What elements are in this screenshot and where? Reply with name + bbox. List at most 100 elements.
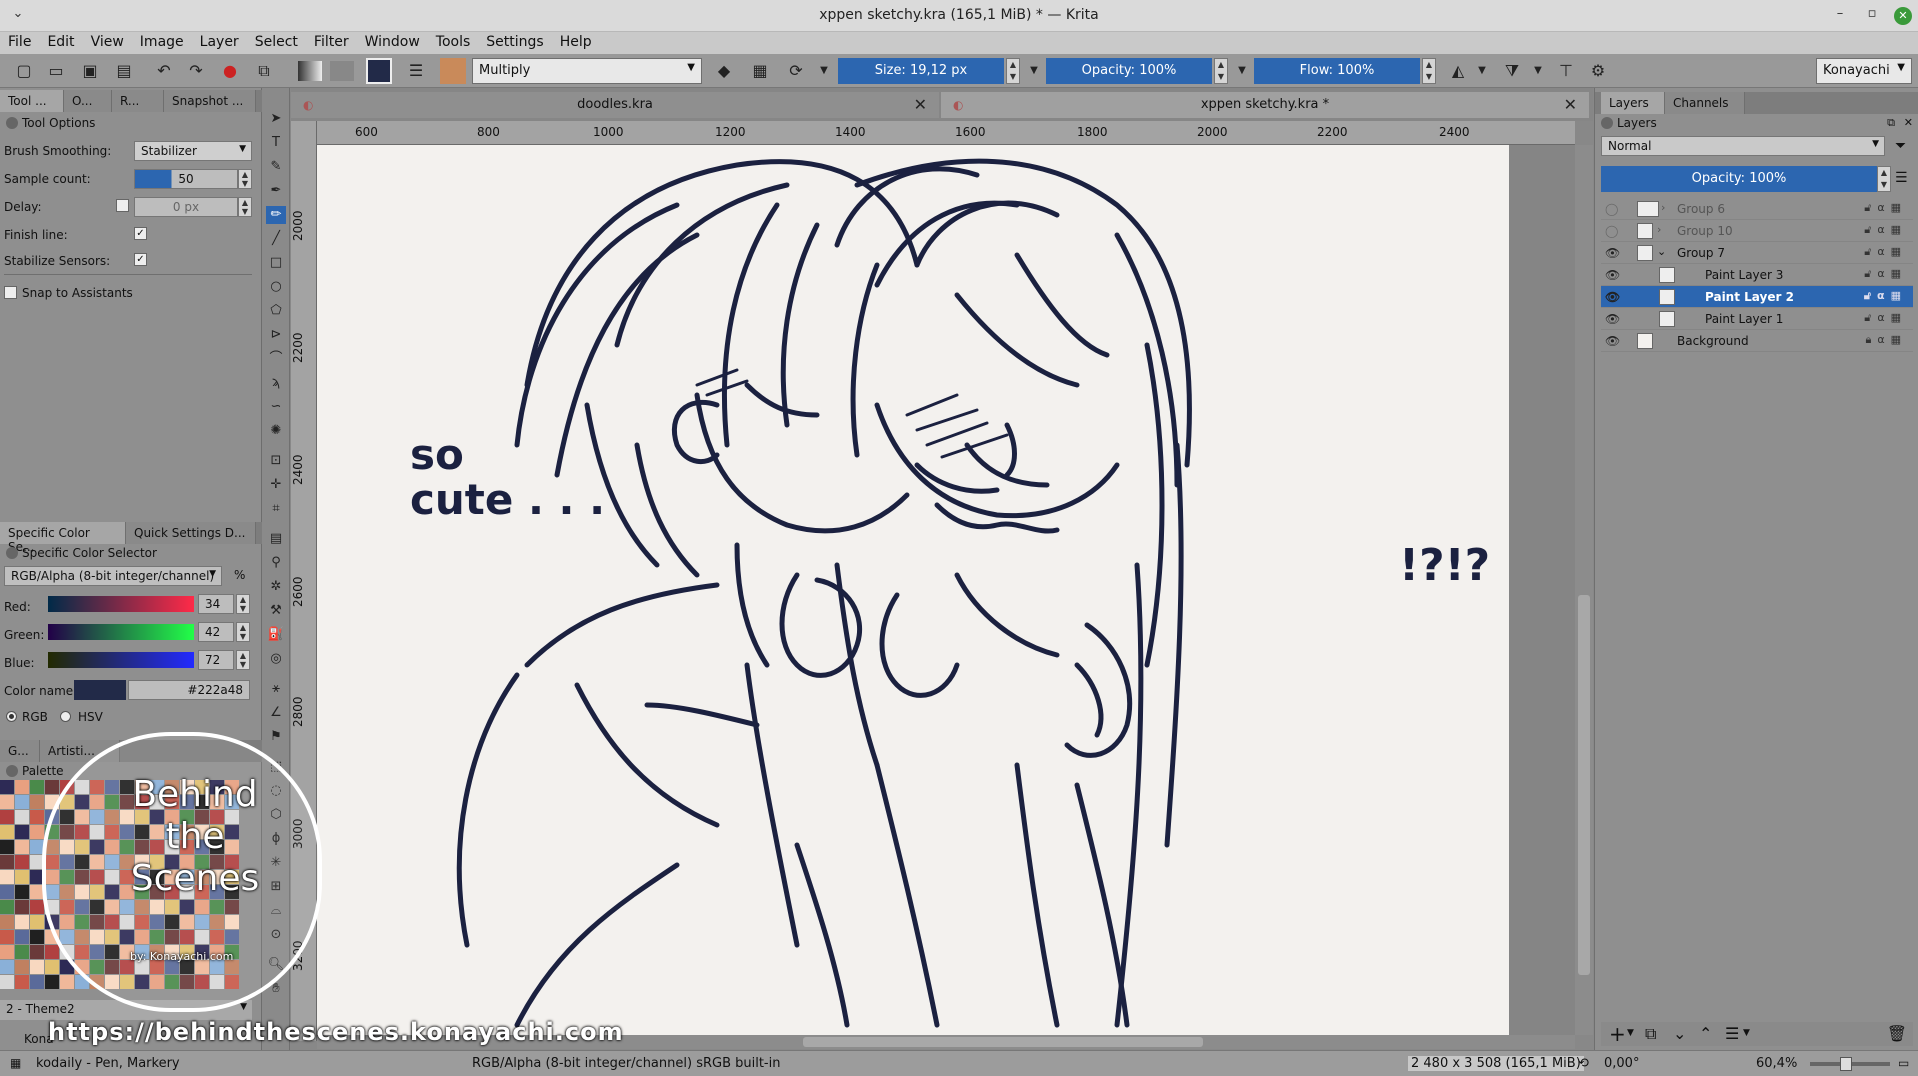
foreground-color-icon[interactable]: [366, 58, 392, 84]
maximize-icon[interactable]: ▫: [1862, 6, 1882, 26]
tab-quick-settings[interactable]: Quick Settings D...: [126, 522, 256, 544]
layer-controls-icon[interactable]: 🔓︎α▦: [1864, 311, 1907, 325]
sample-count-slider[interactable]: 50: [134, 169, 238, 189]
stabilize-sensors-checkbox[interactable]: ✓: [134, 253, 147, 266]
templates-icon[interactable]: ▣: [80, 61, 100, 81]
layer-menu-icon[interactable]: ☰: [1895, 170, 1908, 186]
palette-swatch[interactable]: [15, 870, 29, 884]
palette-swatch[interactable]: [0, 900, 14, 914]
polygon-tool-icon[interactable]: ⬠: [266, 302, 286, 320]
gradient-tool-icon[interactable]: ▤: [266, 530, 286, 548]
freehand-brush-tool-icon[interactable]: ✏: [266, 206, 286, 224]
move-up-icon[interactable]: ⌃: [1699, 1024, 1712, 1043]
colorize-mask-tool-icon[interactable]: ⚒: [266, 602, 286, 620]
doc-tab-xppen[interactable]: ◐ xppen sketchy.kra * ✕: [941, 92, 1589, 118]
palette-swatch[interactable]: [0, 945, 14, 959]
move-down-icon[interactable]: ⌄: [1673, 1024, 1686, 1043]
palette-swatch[interactable]: [15, 825, 29, 839]
palette-swatch[interactable]: [45, 960, 59, 974]
group-icon[interactable]: ›: [1661, 201, 1665, 214]
menu-tools[interactable]: Tools: [428, 32, 479, 50]
doc-tab-doodles[interactable]: ◐ doodles.kra ✕: [291, 92, 939, 118]
palette-swatch[interactable]: [0, 930, 14, 944]
delay-field[interactable]: 0 px: [134, 197, 238, 217]
zoom-slider-handle[interactable]: [1840, 1057, 1852, 1071]
palette-swatch[interactable]: [30, 945, 44, 959]
crop-tool-icon[interactable]: ⌗: [266, 500, 286, 518]
layer-row[interactable]: 👁︎ Paint Layer 1 🔓︎α▦: [1601, 308, 1913, 330]
menu-edit[interactable]: Edit: [39, 32, 82, 50]
layer-row[interactable]: 👁︎ ⌄ Group 7 🔓︎α▦: [1601, 242, 1913, 264]
text-tool-icon[interactable]: T: [266, 134, 286, 152]
tab-specific-color[interactable]: Specific Color Se...: [0, 522, 126, 554]
color-hex-field[interactable]: #222a48: [128, 680, 250, 700]
rectangle-tool-icon[interactable]: □: [266, 254, 286, 272]
enclose-fill-tool-icon[interactable]: ◎: [266, 650, 286, 668]
palette-swatch[interactable]: [45, 975, 59, 989]
edit-shapes-tool-icon[interactable]: ✎: [266, 158, 286, 176]
menu-settings[interactable]: Settings: [478, 32, 551, 50]
blend-mode-select[interactable]: Multiply ▼: [472, 58, 702, 84]
layer-controls-icon[interactable]: 🔓︎α▦: [1864, 223, 1907, 237]
palette-swatch[interactable]: [30, 810, 44, 824]
palette-swatch[interactable]: [15, 780, 29, 794]
blue-spin[interactable]: ▲ ▼: [236, 650, 250, 670]
canvas-only-icon[interactable]: ⚙: [1588, 61, 1608, 81]
vertical-scrollbar[interactable]: [1575, 145, 1593, 1035]
palette-swatch[interactable]: [15, 840, 29, 854]
palette-swatch[interactable]: [15, 885, 29, 899]
palette-swatch[interactable]: [15, 810, 29, 824]
blue-slider[interactable]: [48, 652, 194, 668]
line-tool-icon[interactable]: ╱: [266, 230, 286, 248]
visibility-icon[interactable]: 👁︎: [1605, 290, 1620, 304]
layer-controls-icon[interactable]: 🔓︎α▦: [1864, 245, 1907, 259]
pattern-icon[interactable]: [330, 61, 354, 81]
ellipse-tool-icon[interactable]: ○: [266, 278, 286, 296]
close-icon[interactable]: ✕: [1894, 7, 1912, 25]
fill-tool-icon[interactable]: ⛽: [266, 626, 286, 644]
palette-swatch[interactable]: [15, 960, 29, 974]
status-rotation[interactable]: 0,00°: [1604, 1056, 1639, 1071]
palette-swatch[interactable]: [15, 795, 29, 809]
smart-patch-tool-icon[interactable]: ✲: [266, 578, 286, 596]
tab-reference[interactable]: R...: [112, 90, 164, 112]
add-layer-dropdown-icon[interactable]: ▼: [1627, 1028, 1634, 1038]
palette-swatch[interactable]: [30, 930, 44, 944]
layer-row[interactable]: 👁︎ Background 🔒︎α▦: [1601, 330, 1913, 352]
layer-blend-select[interactable]: Normal ▼: [1601, 136, 1885, 156]
size-dropdown-icon[interactable]: ▼: [1024, 61, 1044, 81]
export-icon[interactable]: ⧉: [254, 61, 274, 81]
visibility-icon[interactable]: 👁︎: [1605, 334, 1620, 348]
mirror-horizontal-icon[interactable]: ◭: [1448, 61, 1468, 81]
blue-value[interactable]: 72: [198, 650, 234, 670]
drawing-canvas[interactable]: so cute . . . !?!?: [317, 145, 1509, 1035]
red-spin[interactable]: ▲ ▼: [236, 594, 250, 614]
new-document-icon[interactable]: ▢: [14, 61, 34, 81]
hsv-radio[interactable]: [60, 711, 71, 722]
palette-swatch[interactable]: [0, 915, 14, 929]
palette-swatch[interactable]: [0, 810, 14, 824]
palette-swatch[interactable]: [30, 795, 44, 809]
redo-icon[interactable]: ↷: [186, 61, 206, 81]
tab-tool-options[interactable]: Tool ...: [0, 90, 64, 112]
layer-opacity-slider[interactable]: Opacity: 100%: [1601, 166, 1877, 192]
reload-preset-icon[interactable]: ⟳: [786, 61, 806, 81]
palette-swatch[interactable]: [0, 870, 14, 884]
visibility-icon[interactable]: 👁︎: [1605, 246, 1620, 260]
palette-swatch[interactable]: [30, 825, 44, 839]
filter-icon[interactable]: ⏷: [1895, 138, 1906, 154]
opacity-slider[interactable]: Opacity: 100%: [1046, 58, 1212, 84]
finish-line-checkbox[interactable]: ✓: [134, 227, 147, 240]
palette-swatch[interactable]: [0, 840, 14, 854]
palette-swatch[interactable]: [30, 960, 44, 974]
close-tab-icon[interactable]: ✕: [914, 92, 927, 118]
green-value[interactable]: 42: [198, 622, 234, 642]
scroll-thumb[interactable]: [1578, 595, 1590, 975]
tab-layers[interactable]: Layers: [1601, 92, 1665, 114]
close-tab-icon[interactable]: ✕: [1564, 92, 1577, 118]
rotation-icon[interactable]: ⟲: [1578, 1056, 1589, 1071]
canvas-only-toggle-icon[interactable]: ▭: [1898, 1056, 1909, 1070]
palette-swatch[interactable]: [15, 900, 29, 914]
layer-controls-icon[interactable]: 🔓︎α▦: [1864, 267, 1907, 281]
brush-settings-icon[interactable]: ☰: [406, 61, 426, 81]
